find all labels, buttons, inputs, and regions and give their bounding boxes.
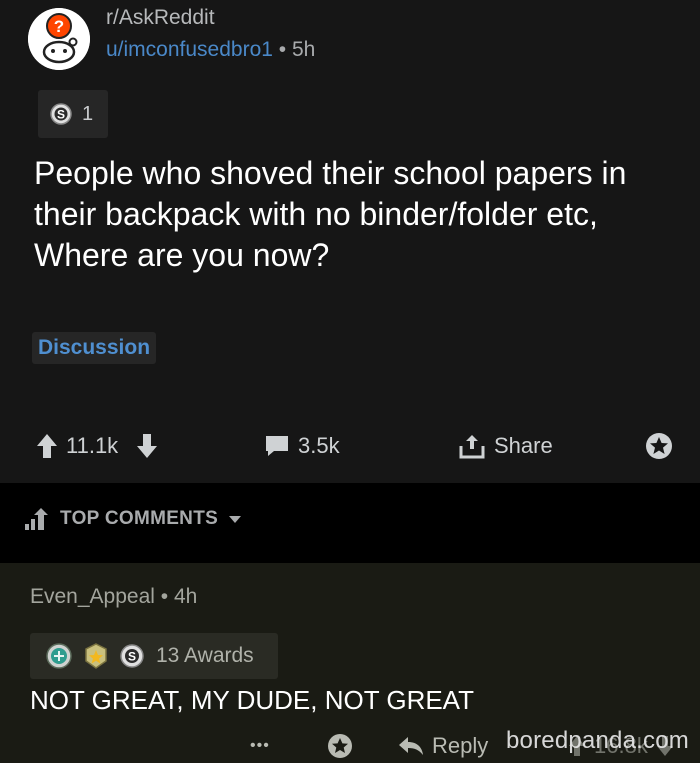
- gold-award-icon: [85, 643, 107, 669]
- comment-award-button[interactable]: [326, 729, 354, 763]
- post-title[interactable]: People who shoved their school papers in…: [34, 153, 654, 276]
- reply-button[interactable]: Reply: [398, 729, 488, 763]
- post-flair[interactable]: Discussion: [32, 332, 157, 364]
- top-comment: Even_Appeal • 4h S 13 Awards NOT GREAT, …: [0, 563, 700, 763]
- svg-text:?: ?: [54, 17, 64, 36]
- post-award-count: 1: [82, 102, 94, 125]
- svg-text:S: S: [128, 650, 136, 664]
- share-button[interactable]: Share: [458, 424, 553, 468]
- comment-meta-separator: •: [160, 585, 169, 608]
- comments-button[interactable]: 3.5k: [264, 424, 340, 468]
- downvote-arrow-icon[interactable]: [136, 433, 158, 459]
- sort-label: TOP COMMENTS: [60, 508, 219, 529]
- share-label: Share: [494, 433, 553, 458]
- comment-awards[interactable]: S 13 Awards: [30, 633, 278, 679]
- comment-count: 3.5k: [298, 433, 340, 458]
- comment-sort-bar: TOP COMMENTS: [0, 483, 700, 563]
- upvote-arrow-icon[interactable]: [36, 433, 58, 459]
- comment-actions: ••• Reply 16.8k boredpanda.com: [0, 727, 700, 763]
- more-options-icon: •••: [250, 737, 270, 754]
- award-star-icon: [646, 433, 672, 459]
- subreddit-avatar[interactable]: ?: [28, 8, 90, 70]
- reply-arrow-icon: [399, 737, 423, 755]
- wholesome-award-icon: [46, 643, 72, 669]
- vote-group: 11.1k: [36, 424, 158, 468]
- post-author[interactable]: u/imconfusedbro1: [106, 38, 273, 61]
- comment-body: NOT GREAT, MY DUDE, NOT GREAT: [30, 685, 474, 715]
- byline-separator: •: [278, 38, 287, 61]
- award-button[interactable]: [644, 424, 674, 468]
- post-card: ? r/AskReddit u/imconfusedbro1 • 5h S 1 …: [0, 0, 700, 483]
- subreddit-name[interactable]: r/AskReddit: [106, 6, 215, 30]
- comment-author[interactable]: Even_Appeal: [30, 585, 155, 608]
- post-age: 5h: [291, 38, 316, 61]
- award-star-icon: [328, 734, 352, 758]
- caret-down-icon: [229, 516, 242, 523]
- post-actions: 11.1k 3.5k Share: [0, 424, 700, 468]
- askreddit-logo-icon: ?: [28, 8, 90, 70]
- reply-label: Reply: [432, 733, 489, 758]
- comment-age: 4h: [173, 585, 198, 608]
- upvote-count: 11.1k: [66, 433, 119, 458]
- svg-text:S: S: [57, 108, 65, 122]
- comment-more-button[interactable]: •••: [250, 729, 270, 763]
- silver-award-icon: S: [120, 644, 144, 668]
- sort-dropdown[interactable]: TOP COMMENTS: [24, 507, 242, 531]
- post-byline: u/imconfusedbro1 • 5h: [106, 38, 315, 62]
- silver-award-icon: S: [50, 103, 72, 125]
- share-icon: [459, 435, 485, 459]
- comment-awards-label: 13 Awards: [156, 644, 254, 667]
- post-awards[interactable]: S 1: [38, 90, 108, 138]
- comment-bubble-icon: [266, 436, 288, 456]
- top-sort-icon: [25, 508, 48, 530]
- boredpanda-watermark: boredpanda.com: [506, 727, 689, 754]
- comment-meta: Even_Appeal • 4h: [30, 585, 197, 609]
